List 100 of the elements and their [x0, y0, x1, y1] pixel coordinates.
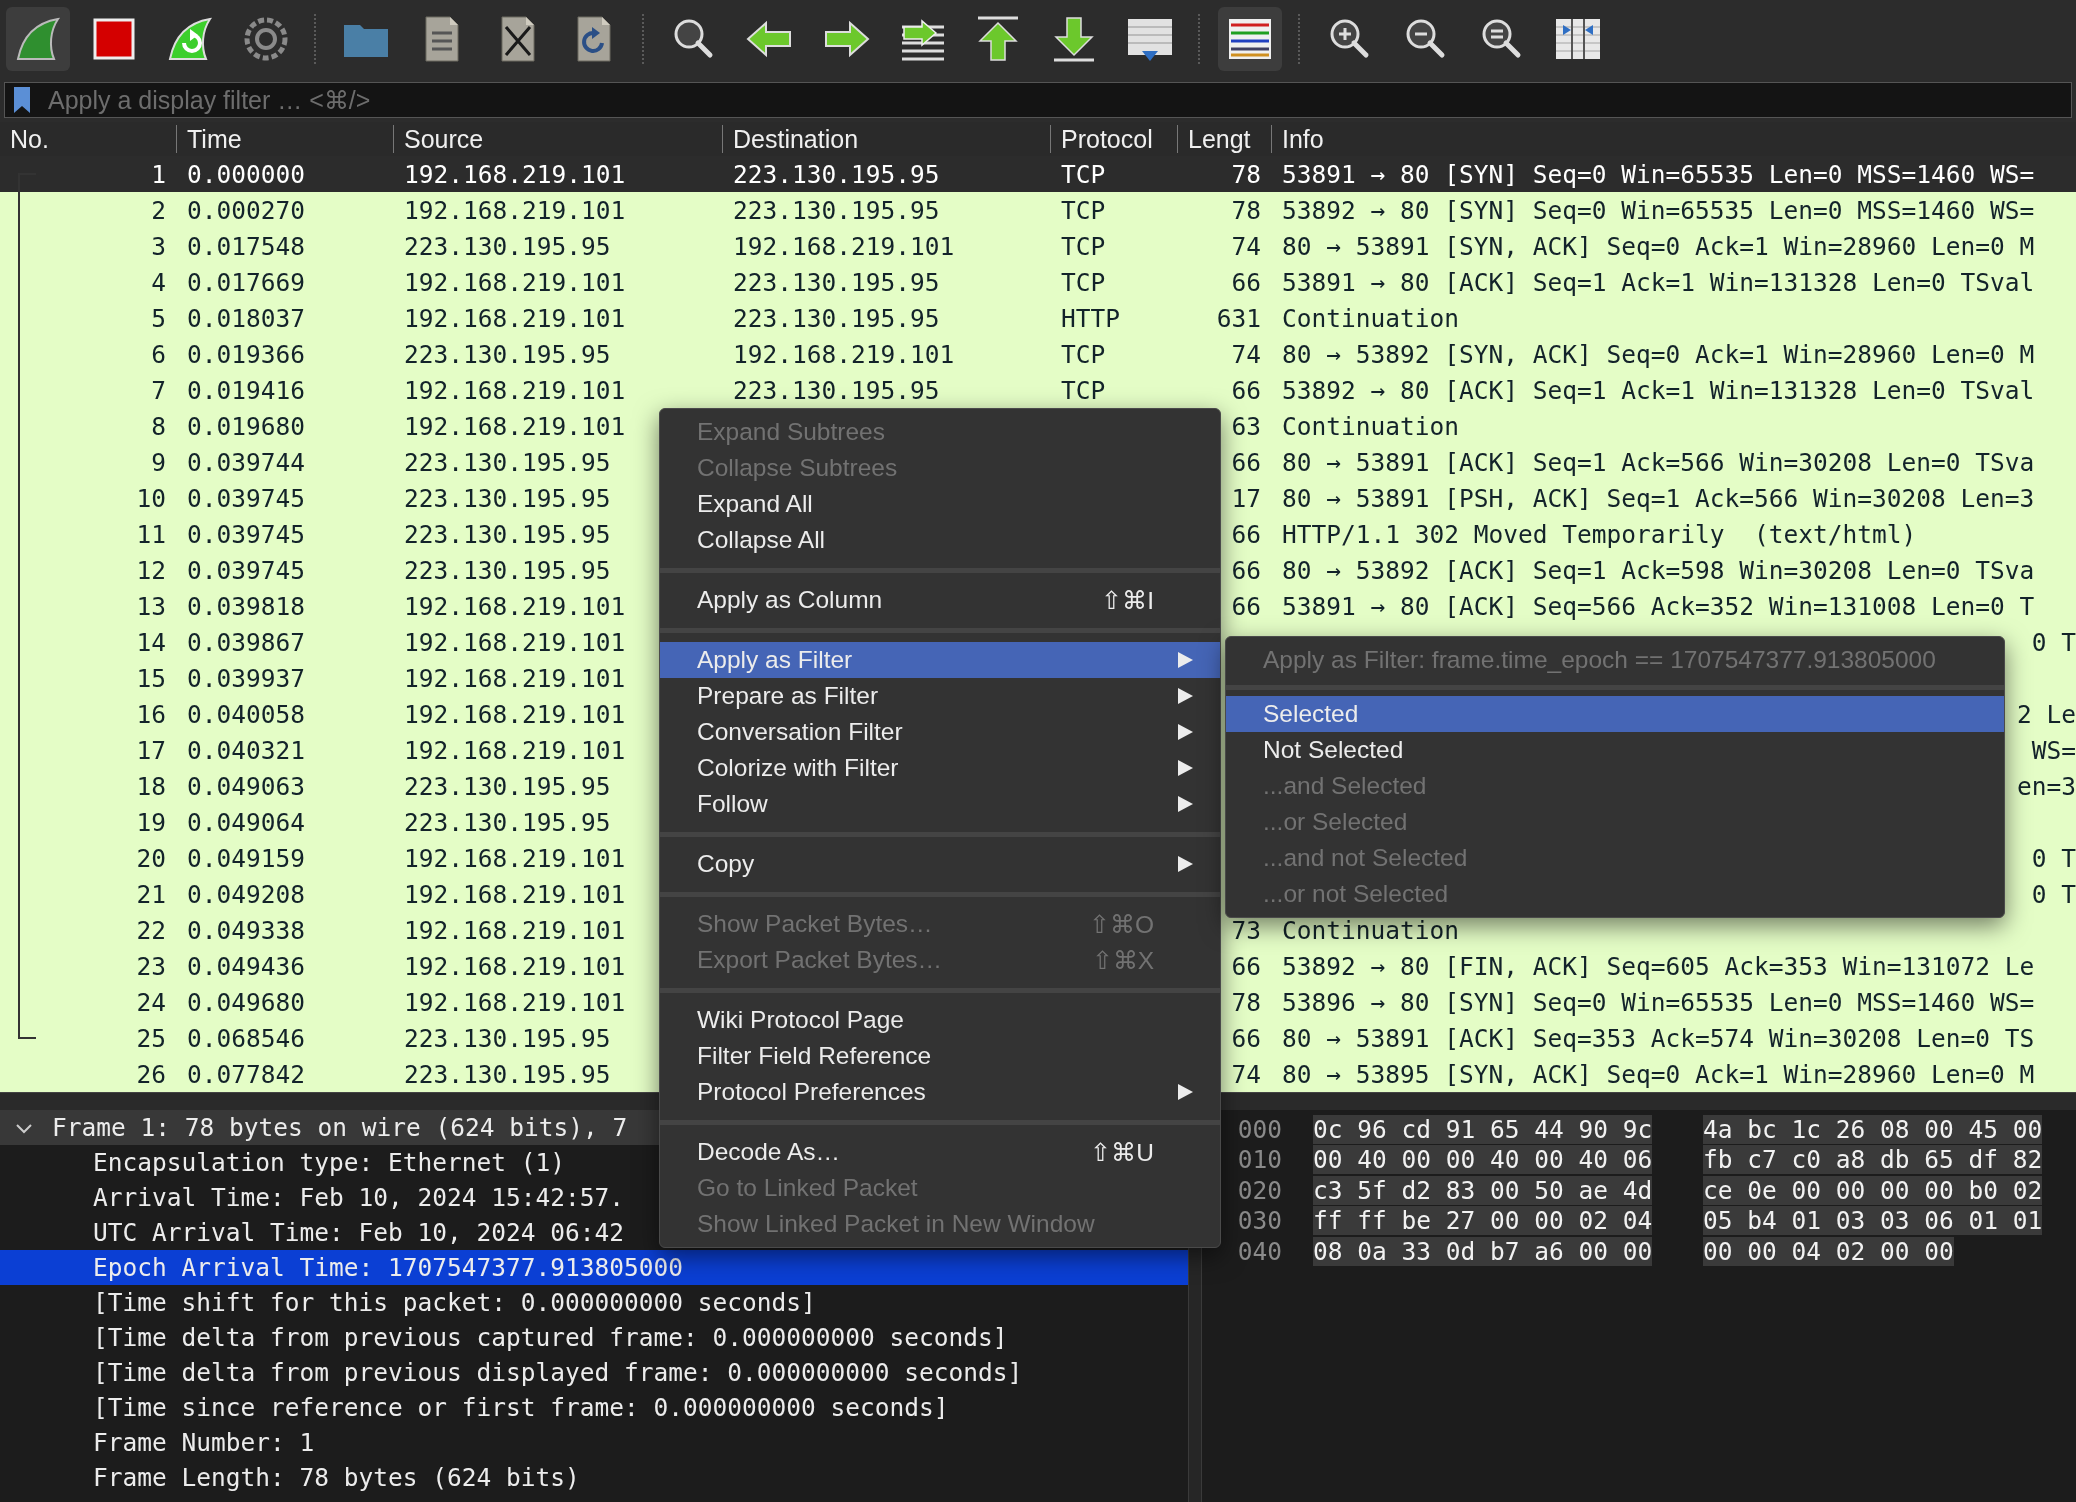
- table-cell: 192.168.219.101: [404, 627, 626, 657]
- table-cell: 21: [136, 879, 166, 909]
- table-cell: 192.168.219.101: [404, 879, 626, 909]
- table-cell: 0.039867: [187, 627, 305, 657]
- table-cell: 223.130.195.95: [404, 555, 611, 585]
- hex-bytes: ce 0e 00 00 00 00 b0 02: [1703, 1175, 2043, 1205]
- table-cell: 25: [136, 1023, 166, 1053]
- table-cell: 15: [136, 663, 166, 693]
- table-cell: 80 → 53891 [SYN, ACK] Seq=0 Ack=1 Win=28960 Len=0 M: [1282, 231, 2035, 261]
- table-cell: 0 T: [2031, 843, 2076, 873]
- byte-offset: 010: [1236, 1145, 1282, 1175]
- table-cell: 73: [1231, 915, 1261, 945]
- table-cell: 192.168.219.101: [404, 951, 626, 981]
- table-cell: 80 → 53891 [PSH, ACK] Seq=1 Ack=566 Win=30208 Len=3: [1282, 483, 2035, 513]
- table-cell: 0.000000: [187, 159, 305, 189]
- table-cell: 223.130.195.95: [404, 519, 611, 549]
- hex-bytes: 0c 96 cd 91 65 44 90 9c: [1313, 1114, 1653, 1144]
- table-cell: 5: [151, 303, 166, 333]
- table-cell: 0 T: [2031, 627, 2076, 657]
- table-cell: 74: [1231, 231, 1261, 261]
- table-cell: 78: [1231, 195, 1261, 225]
- table-cell: Continuation: [1282, 411, 1459, 441]
- table-cell: TCP: [1061, 195, 1106, 225]
- table-cell: 223.130.195.95: [404, 771, 611, 801]
- table-cell: 192.168.219.101: [404, 303, 626, 333]
- table-cell: en=3: [2017, 771, 2076, 801]
- table-cell: 1: [151, 159, 166, 189]
- table-cell: 18: [136, 771, 166, 801]
- table-cell: 19: [136, 807, 166, 837]
- table-cell: 63: [1231, 411, 1261, 441]
- table-cell: 0.018037: [187, 303, 305, 333]
- table-cell: WS=: [2031, 735, 2076, 765]
- table-cell: 16: [136, 699, 166, 729]
- table-cell: 192.168.219.101: [404, 267, 626, 297]
- table-cell: 192.168.219.101: [404, 735, 626, 765]
- table-cell: 631: [1216, 303, 1261, 333]
- table-cell: 66: [1231, 519, 1261, 549]
- table-cell: 223.130.195.95: [733, 267, 940, 297]
- table-cell: 0.039745: [187, 519, 305, 549]
- shortcut-label: ⇧⌘X: [1091, 945, 1154, 975]
- table-cell: 0.049159: [187, 843, 305, 873]
- table-cell: 192.168.219.101: [404, 159, 626, 189]
- table-cell: 66: [1231, 951, 1261, 981]
- table-cell: 223.130.195.95: [404, 1059, 611, 1089]
- table-cell: TCP: [1061, 375, 1106, 405]
- table-cell: 24: [136, 987, 166, 1017]
- table-cell: 192.168.219.101: [404, 987, 626, 1017]
- table-cell: 0.000270: [187, 195, 305, 225]
- table-cell: HTTP/1.1 302 Moved Temporarily (text/html): [1282, 519, 1917, 549]
- table-cell: 80 → 53891 [ACK] Seq=1 Ack=566 Win=30208 Len=0 TSva: [1282, 447, 2035, 477]
- table-cell: 223.130.195.95: [404, 483, 611, 513]
- table-cell: 80 → 53892 [ACK] Seq=1 Ack=598 Win=30208 Len=0 TSva: [1282, 555, 2035, 585]
- byte-offset: 040: [1236, 1236, 1282, 1266]
- table-cell: 20: [136, 843, 166, 873]
- table-cell: 0.040321: [187, 735, 305, 765]
- table-cell: 0.017548: [187, 231, 305, 261]
- table-cell: 223.130.195.95: [733, 375, 940, 405]
- table-cell: 0.039745: [187, 555, 305, 585]
- table-cell: 0.017669: [187, 267, 305, 297]
- shortcut-label: ⇧⌘I: [1101, 585, 1154, 615]
- table-cell: 74: [1231, 1059, 1261, 1089]
- table-cell: 53892 → 80 [ACK] Seq=1 Ack=1 Win=131328 Len=0 TSval: [1282, 375, 2035, 405]
- table-cell: 0.049064: [187, 807, 305, 837]
- table-cell: 53892 → 80 [FIN, ACK] Seq=605 Ack=353 Win=131072 Le: [1282, 951, 2035, 981]
- byte-offset: 020: [1236, 1175, 1282, 1205]
- table-cell: 6: [151, 339, 166, 369]
- table-cell: 192.168.219.101: [404, 699, 626, 729]
- table-cell: 13: [136, 591, 166, 621]
- hex-bytes: 00 00 04 02 00 00: [1703, 1236, 1954, 1266]
- table-cell: 10: [136, 483, 166, 513]
- table-cell: Continuation: [1282, 915, 1459, 945]
- table-cell: TCP: [1061, 159, 1106, 189]
- table-cell: 17: [1231, 483, 1261, 513]
- table-cell: 12: [136, 555, 166, 585]
- table-cell: 17: [136, 735, 166, 765]
- table-cell: HTTP: [1061, 303, 1120, 333]
- table-cell: 192.168.219.101: [404, 411, 626, 441]
- hex-bytes: fb c7 c0 a8 db 65 df 82: [1703, 1145, 2043, 1175]
- table-cell: 0.049680: [187, 987, 305, 1017]
- table-cell: 0.049063: [187, 771, 305, 801]
- table-cell: 0.039744: [187, 447, 305, 477]
- hex-bytes: 08 0a 33 0d b7 a6 00 00: [1313, 1236, 1653, 1266]
- table-cell: Continuation: [1282, 303, 1459, 333]
- table-cell: 0.040058: [187, 699, 305, 729]
- table-cell: 0.068546: [187, 1023, 305, 1053]
- table-cell: 223.130.195.95: [404, 1023, 611, 1053]
- table-cell: 0.049436: [187, 951, 305, 981]
- table-cell: 14: [136, 627, 166, 657]
- table-cell: 8: [151, 411, 166, 441]
- table-cell: 66: [1231, 1023, 1261, 1053]
- table-cell: 66: [1231, 591, 1261, 621]
- table-cell: 223.130.195.95: [733, 159, 940, 189]
- table-cell: 223.130.195.95: [404, 807, 611, 837]
- hex-bytes: ff ff be 27 00 00 02 04: [1313, 1206, 1653, 1236]
- byte-offset: 000: [1236, 1114, 1282, 1144]
- hex-bytes: 00 40 00 00 40 00 40 06: [1313, 1145, 1653, 1175]
- table-cell: 0.049338: [187, 915, 305, 945]
- table-cell: 0.019680: [187, 411, 305, 441]
- shortcut-label: ⇧⌘O: [1088, 909, 1154, 939]
- table-cell: 0.039937: [187, 663, 305, 693]
